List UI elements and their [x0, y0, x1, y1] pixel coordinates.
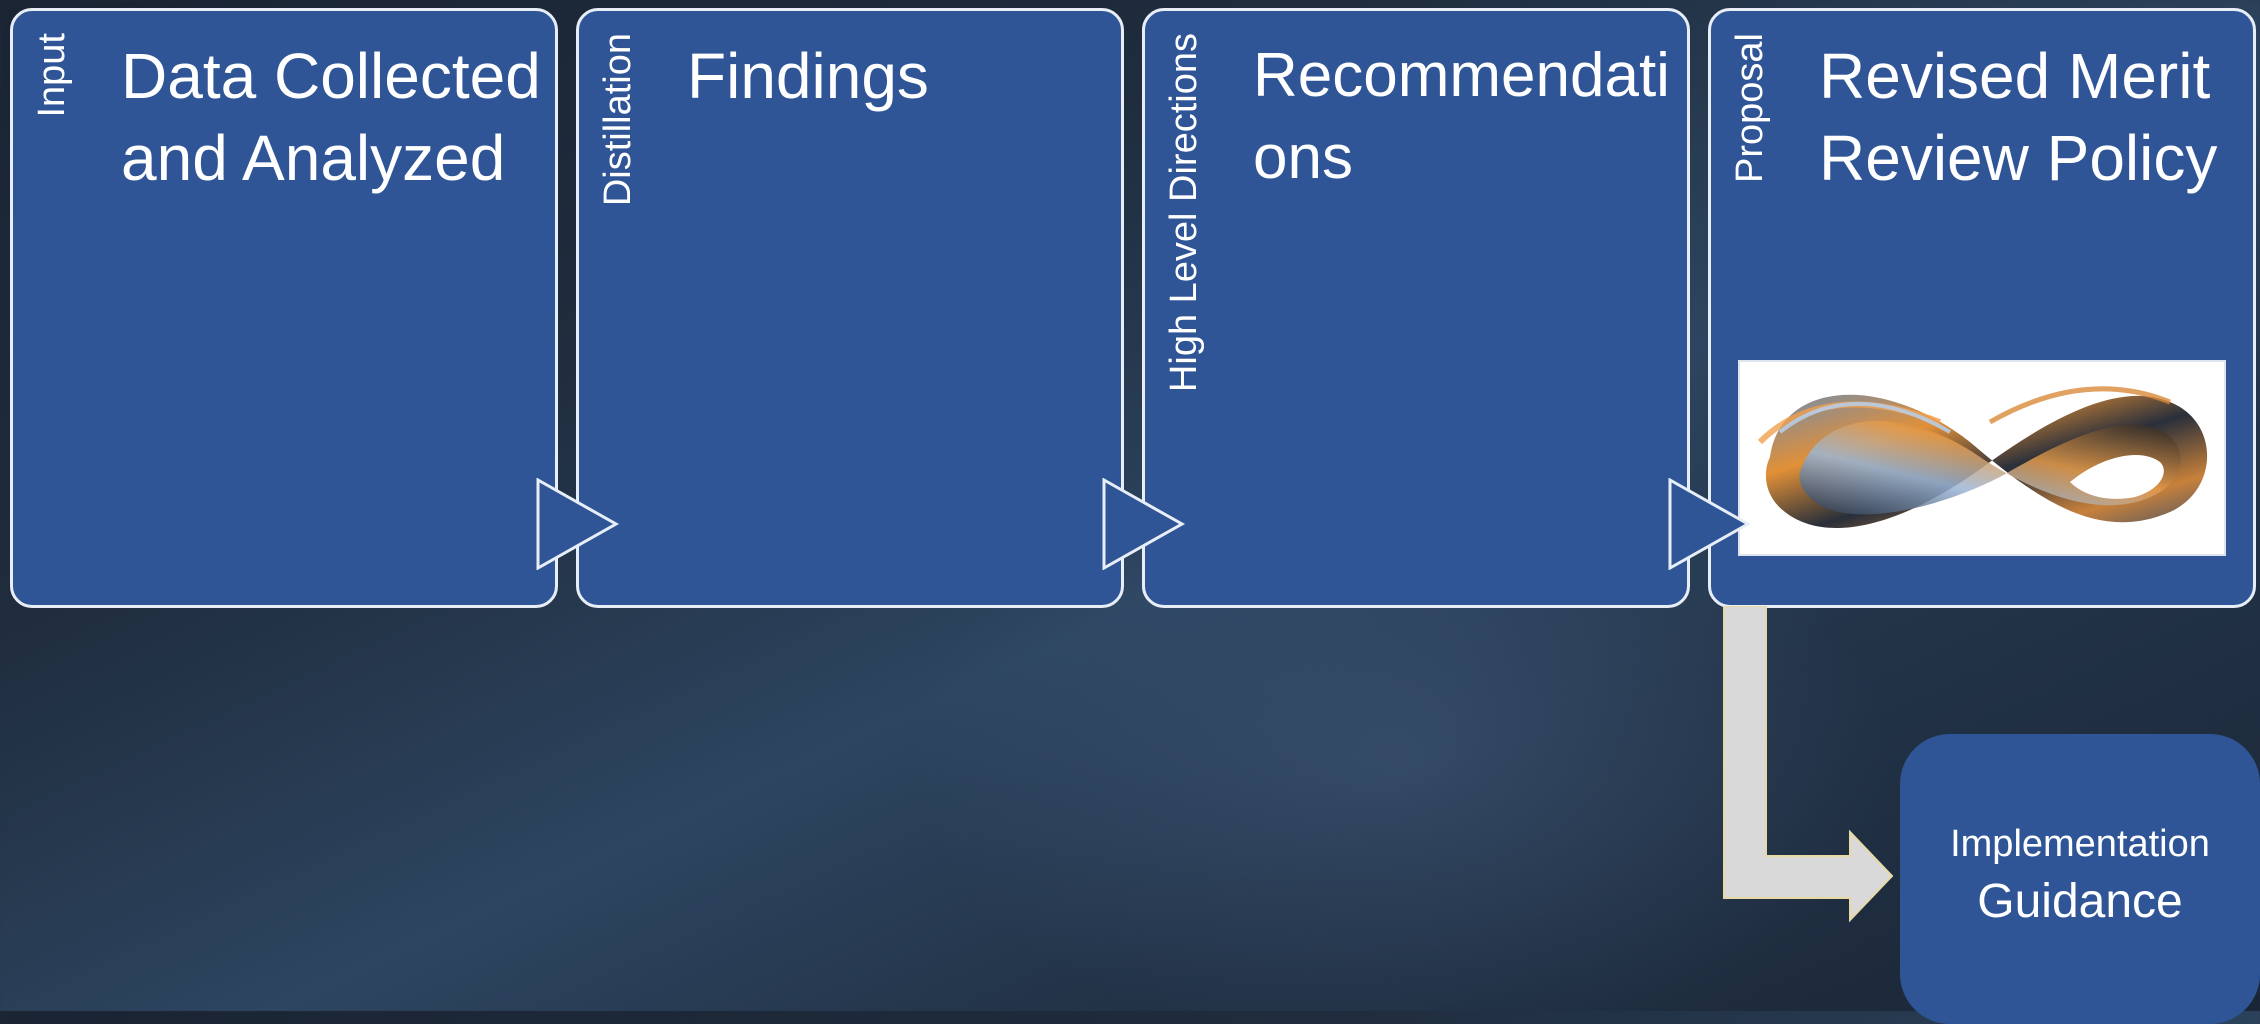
infinity-ribbon-icon [1757, 386, 2208, 528]
step-box-input: Input Data Collected and Analyzed [10, 8, 558, 608]
infinity-ribbon-image [1738, 360, 2226, 556]
side-label-proposal: Proposal [1729, 33, 1771, 183]
arrow-icon-3 [1668, 478, 1752, 570]
step-title-data-collected: Data Collected and Analyzed [121, 40, 541, 194]
arrow-icon-2 [1102, 478, 1186, 570]
step-title-recommendations: Recommendations [1253, 41, 1670, 192]
guidance-line-guidance: Guidance [1977, 875, 2183, 928]
implementation-guidance-box: Implementation Guidance [1900, 734, 2260, 1024]
bent-arrow-icon [1723, 606, 1894, 923]
guidance-line-implementation: Implementation [1950, 823, 2210, 865]
step-box-high-level-directions: High Level Directions Recommendations [1142, 8, 1690, 608]
diagram-canvas: Input Data Collected and Analyzed Distil… [0, 0, 2260, 1024]
side-label-high-level-directions: High Level Directions [1163, 33, 1205, 393]
step-title-revised-policy: Revised Merit Review Policy [1819, 40, 2218, 194]
side-label-input: Input [31, 33, 73, 118]
step-box-distillation: Distillation Findings [576, 8, 1124, 608]
step-title-findings: Findings [687, 40, 929, 112]
arrow-icon-1 [536, 478, 620, 570]
side-label-distillation: Distillation [597, 33, 639, 207]
